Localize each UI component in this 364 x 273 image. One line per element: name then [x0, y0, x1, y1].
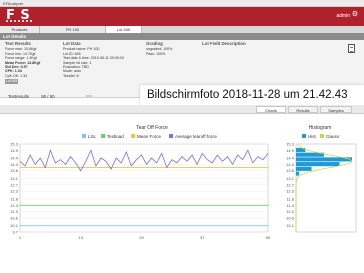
chart-series	[19, 149, 269, 227]
legend-mean-force: Mean Force	[137, 134, 162, 139]
y-tick-label: 14.9	[10, 148, 19, 153]
test-results-value: 50 / 50	[41, 94, 55, 99]
document-icon[interactable]	[348, 44, 355, 53]
grading-column: Grading ungraded: 100% Pass: 100%	[146, 41, 172, 56]
legend-gauss-swatch	[320, 134, 324, 138]
y-tick-label: 10.6	[10, 215, 19, 220]
y-tick-label: 12.7	[10, 182, 19, 187]
histogram-y-tick-label: 14.4	[286, 156, 295, 161]
app-header: F S admin ⚙	[0, 7, 364, 26]
histogram-y-tick-label: 11.8	[287, 197, 295, 202]
histogram-frame	[295, 143, 357, 233]
window-title: EFAnalyzer	[0, 0, 364, 7]
lot-data-heading: Lot Data	[63, 41, 81, 46]
y-tick-label: 11.8	[11, 197, 19, 202]
legend-lsl: LSL	[88, 134, 97, 139]
x-tick-label: 1	[19, 235, 22, 240]
chart-grid	[19, 143, 269, 233]
histogram-y-tick-label: 14.9	[286, 148, 295, 153]
y-tick-label: 11.4	[11, 203, 19, 208]
lot-tag: Lot 545	[5, 79, 19, 84]
histogram-chart: Histogram Hist Gauss 15.314.914.414.013.…	[286, 125, 357, 233]
legend-testload: Testload	[107, 134, 124, 139]
tab-results[interactable]: Results	[288, 106, 318, 113]
legend-mean-swatch	[131, 134, 135, 138]
grading-heading: Grading	[146, 41, 163, 46]
test-results-heading: Test Results	[5, 41, 31, 46]
legend-gauss: Gauss	[326, 134, 340, 139]
histogram-bar	[296, 166, 312, 171]
gear-icon[interactable]: ⚙	[352, 11, 358, 19]
field-description-column: Lot Field Description	[202, 41, 246, 47]
histogram-y-tick-label: 10.1	[286, 223, 295, 228]
histogram-bars	[295, 144, 353, 232]
tab-product-ph100[interactable]: PH 100	[40, 26, 106, 33]
y-tick-label: 13.1	[10, 176, 19, 181]
chart-title: Tear Off Force	[136, 125, 168, 131]
y-tick-label: 11.0	[11, 209, 19, 214]
legend-testload-swatch	[101, 134, 105, 138]
y-tick-label: 12.3	[10, 189, 19, 194]
lot-details-title: Lot Details	[0, 33, 364, 40]
test-results-column: Test Results Force max: 15.8Kgf Force mi…	[5, 41, 40, 84]
histogram-y-tick-label: 14.0	[286, 162, 295, 167]
histogram-bar	[296, 171, 300, 176]
legend-lsl-swatch	[82, 134, 86, 138]
tab-charts[interactable]: Charts	[256, 106, 286, 113]
x-axis-ticks: 1 13 25 37 50	[19, 235, 271, 240]
plot-frame	[19, 143, 269, 233]
x-tick-label: 50	[266, 235, 271, 240]
y-tick-label: 13.6	[10, 168, 19, 173]
view-tabs: Charts Results Samples	[0, 105, 364, 114]
test-results-progress	[86, 95, 92, 98]
chart-legend: LSL Testload Mean Force Average tearoff …	[82, 134, 217, 139]
test-results-count: Testresults 50 / 50	[8, 94, 55, 99]
y-tick-label: 14.4	[10, 156, 19, 161]
y-tick-label: 14.0	[10, 162, 19, 167]
legend-hist-swatch	[302, 134, 306, 138]
cpk-ok-value: CpK OK: 1.34	[5, 73, 28, 78]
y-axis-ticks: 15.314.9 14.414.013.6 13.112.7 12.3 11.811.4…	[10, 142, 19, 235]
tab-samples[interactable]: Samples	[320, 106, 352, 113]
histogram-y-tick-label: 13.6	[286, 168, 295, 173]
field-description-heading: Lot Field Description	[202, 41, 246, 46]
legend-avg-swatch	[169, 134, 173, 138]
histogram-y-tick-label: 12.7	[286, 182, 295, 187]
screenshot-caption: Bildschirmfoto 2018-11-28 um 21.42.43	[140, 85, 364, 105]
chart-area: Tear Off Force LSL Testload Mean Force A…	[0, 114, 364, 273]
y-tick-label: 9.7	[12, 230, 18, 235]
x-tick-label: 37	[200, 235, 205, 240]
histogram-y-tick-label: 12.3	[286, 189, 295, 194]
histogram-bar	[296, 162, 340, 167]
tab-products[interactable]: Products	[0, 26, 40, 33]
y-tick-label: 15.3	[10, 142, 19, 147]
histogram-y-tick-label: 15.3	[286, 142, 295, 147]
test-date: Test date & time: 2015-06-11 09:26:03	[63, 56, 124, 61]
tear-off-force-chart: Tear Off Force LSL Testload Mean Force A…	[10, 125, 271, 240]
x-tick-label: 13	[79, 235, 84, 240]
grading-pass: Pass: 100%	[146, 51, 166, 56]
test-results-label: Testresults	[8, 94, 29, 99]
testdef: Testdef: 8	[63, 73, 79, 78]
legend-hist: Hist	[308, 134, 316, 139]
logo-underline	[6, 20, 32, 22]
legend-average-tearoff-force: Average tearoff force	[175, 134, 217, 139]
y-tick-label: 10.1	[10, 223, 19, 228]
histogram-y-tick-label: 11.0	[287, 209, 295, 214]
histogram-y-tick-label: 10.6	[286, 215, 295, 220]
force-range: Force range: 1.4Kgf	[5, 56, 37, 61]
x-tick-label: 25	[139, 235, 144, 240]
user-name[interactable]: admin	[336, 13, 350, 19]
tab-lot-545[interactable]: Lot 545	[106, 26, 142, 33]
lot-data-column: Lot Data Product name: PH 100 Lot ID: 54…	[63, 41, 124, 78]
breadcrumb-tabs: Products PH 100 Lot 545	[0, 26, 364, 33]
histogram-title: Histogram	[309, 125, 332, 131]
histogram-y-tick-label: 11.4	[287, 203, 295, 208]
histogram-y-tick-label: 13.1	[286, 176, 295, 181]
